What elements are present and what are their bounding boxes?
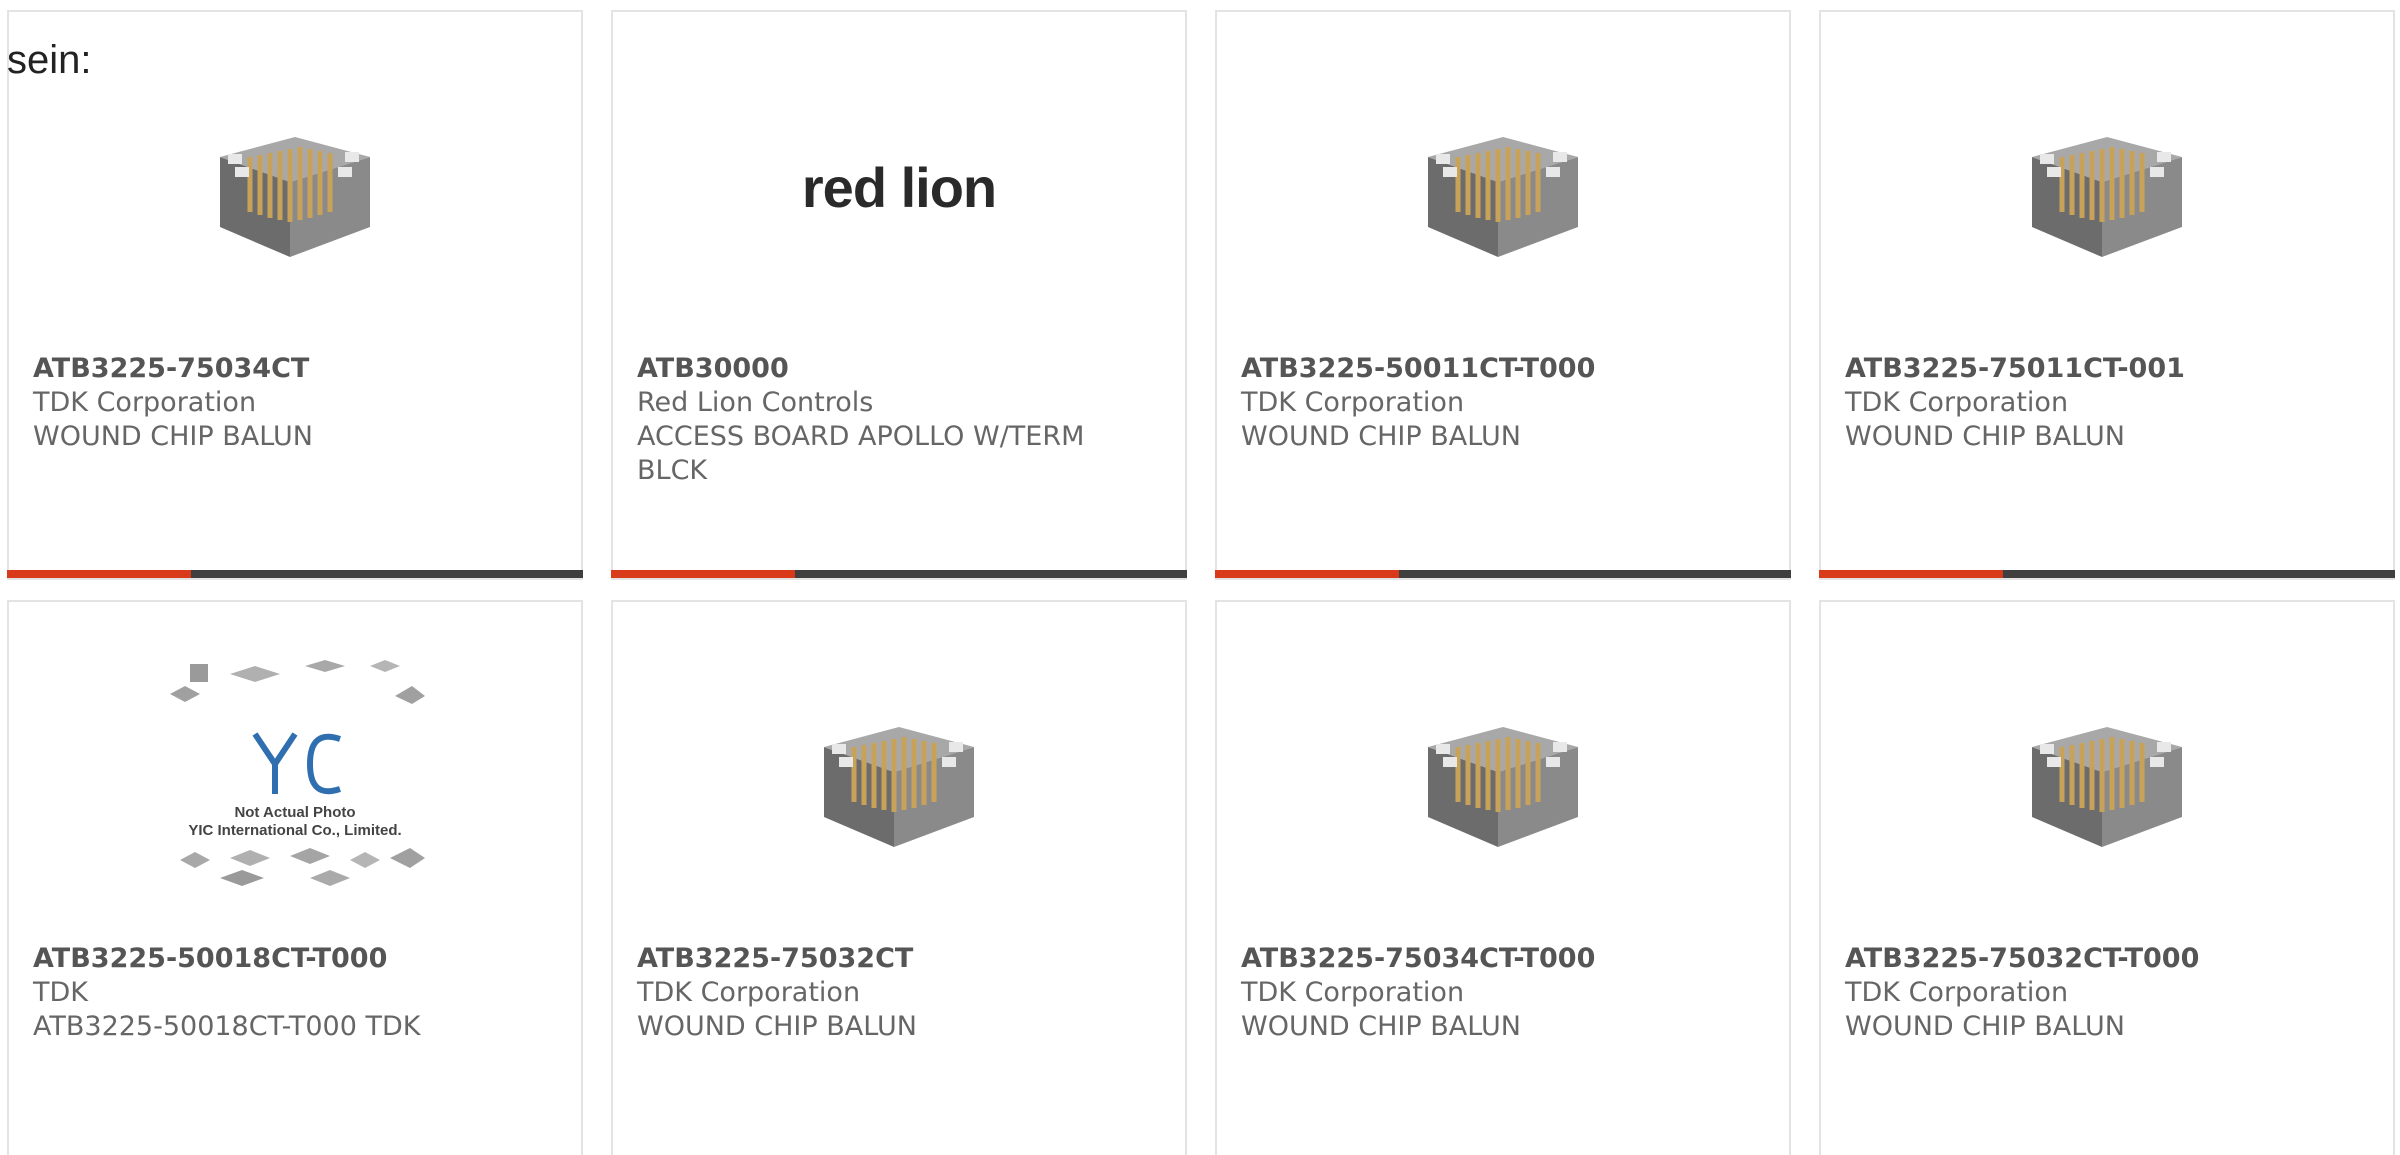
manufacturer: TDK (33, 977, 88, 1008)
part-number[interactable]: ATB3225-50018CT-T000 (33, 942, 557, 976)
product-image[interactable] (1821, 677, 2393, 877)
heading-fragment: sein: (7, 38, 92, 82)
part-number[interactable]: ATB3225-50011CT-T000 (1241, 352, 1765, 386)
description: WOUND CHIP BALUN (1845, 421, 2125, 452)
product-card[interactable]: ATB3225-75034CT TDK Corporation WOUND CH… (7, 10, 583, 580)
red-lion-logo: red lion (801, 155, 997, 219)
wound-chip-balun-icon (220, 137, 370, 257)
part-number[interactable]: ATB3225-75034CT-T000 (1241, 942, 1765, 976)
chip-outline-icon (180, 848, 425, 886)
manufacturer: TDK Corporation (1845, 387, 2069, 418)
part-number[interactable]: ATB3225-75011CT-001 (1845, 352, 2369, 386)
description: WOUND CHIP BALUN (637, 1011, 917, 1042)
progress-bar (611, 570, 1187, 578)
product-image[interactable]: Not Actual Photo YIC International Co., … (9, 660, 581, 886)
product-card[interactable]: red lion ATB30000 Red Lion Controls ACCE… (611, 10, 1187, 580)
part-number[interactable]: ATB3225-75032CT-T000 (1845, 942, 2369, 976)
description: WOUND CHIP BALUN (1241, 1011, 1521, 1042)
wound-chip-balun-icon (2032, 137, 2182, 257)
description: WOUND CHIP BALUN (33, 421, 313, 452)
part-number[interactable]: ATB3225-75032CT (637, 942, 1161, 976)
product-image[interactable] (1821, 87, 2393, 287)
product-card[interactable]: Not Actual Photo YIC International Co., … (7, 600, 583, 1155)
manufacturer: TDK Corporation (1241, 977, 1465, 1008)
progress-bar (1819, 570, 2395, 578)
manufacturer: TDK Corporation (1241, 387, 1465, 418)
product-card[interactable]: ATB3225-75032CT-T000 TDK Corporation WOU… (1819, 600, 2395, 1155)
chip-outline-icon (170, 660, 425, 704)
manufacturer: TDK Corporation (33, 387, 257, 418)
product-image[interactable] (1217, 87, 1789, 287)
manufacturer: TDK Corporation (1845, 977, 2069, 1008)
product-card[interactable]: ATB3225-75034CT-T000 TDK Corporation WOU… (1215, 600, 1791, 1155)
product-card[interactable]: ATB3225-75032CT TDK Corporation WOUND CH… (611, 600, 1187, 1155)
product-card[interactable]: ATB3225-50011CT-T000 TDK Corporation WOU… (1215, 10, 1791, 580)
not-actual-photo-label: Not Actual Photo (234, 804, 356, 821)
wound-chip-balun-icon (1428, 137, 1578, 257)
description: ATB3225-50018CT-T000 TDK (33, 1011, 421, 1042)
manufacturer: Red Lion Controls (637, 387, 874, 418)
product-image[interactable] (613, 677, 1185, 877)
product-image[interactable] (9, 87, 581, 287)
product-image[interactable] (1217, 677, 1789, 877)
yic-not-actual-photo: Not Actual Photo YIC International Co., … (160, 654, 430, 900)
wound-chip-balun-icon (824, 727, 974, 847)
description: WOUND CHIP BALUN (1241, 421, 1521, 452)
product-card[interactable]: ATB3225-75011CT-001 TDK Corporation WOUN… (1819, 10, 2395, 580)
part-number[interactable]: ATB3225-75034CT (33, 352, 557, 386)
yic-logo (252, 732, 341, 795)
description: WOUND CHIP BALUN (1845, 1011, 2125, 1042)
product-image[interactable]: red lion (613, 87, 1185, 287)
progress-bar (1215, 570, 1791, 578)
description: ACCESS BOARD APOLLO W/TERM BLCK (637, 421, 1085, 486)
wound-chip-balun-icon (1428, 727, 1578, 847)
progress-bar (7, 570, 583, 578)
part-number[interactable]: ATB30000 (637, 352, 1161, 386)
manufacturer: TDK Corporation (637, 977, 861, 1008)
wound-chip-balun-icon (2032, 727, 2182, 847)
yic-company-label: YIC International Co., Limited. (188, 822, 402, 839)
